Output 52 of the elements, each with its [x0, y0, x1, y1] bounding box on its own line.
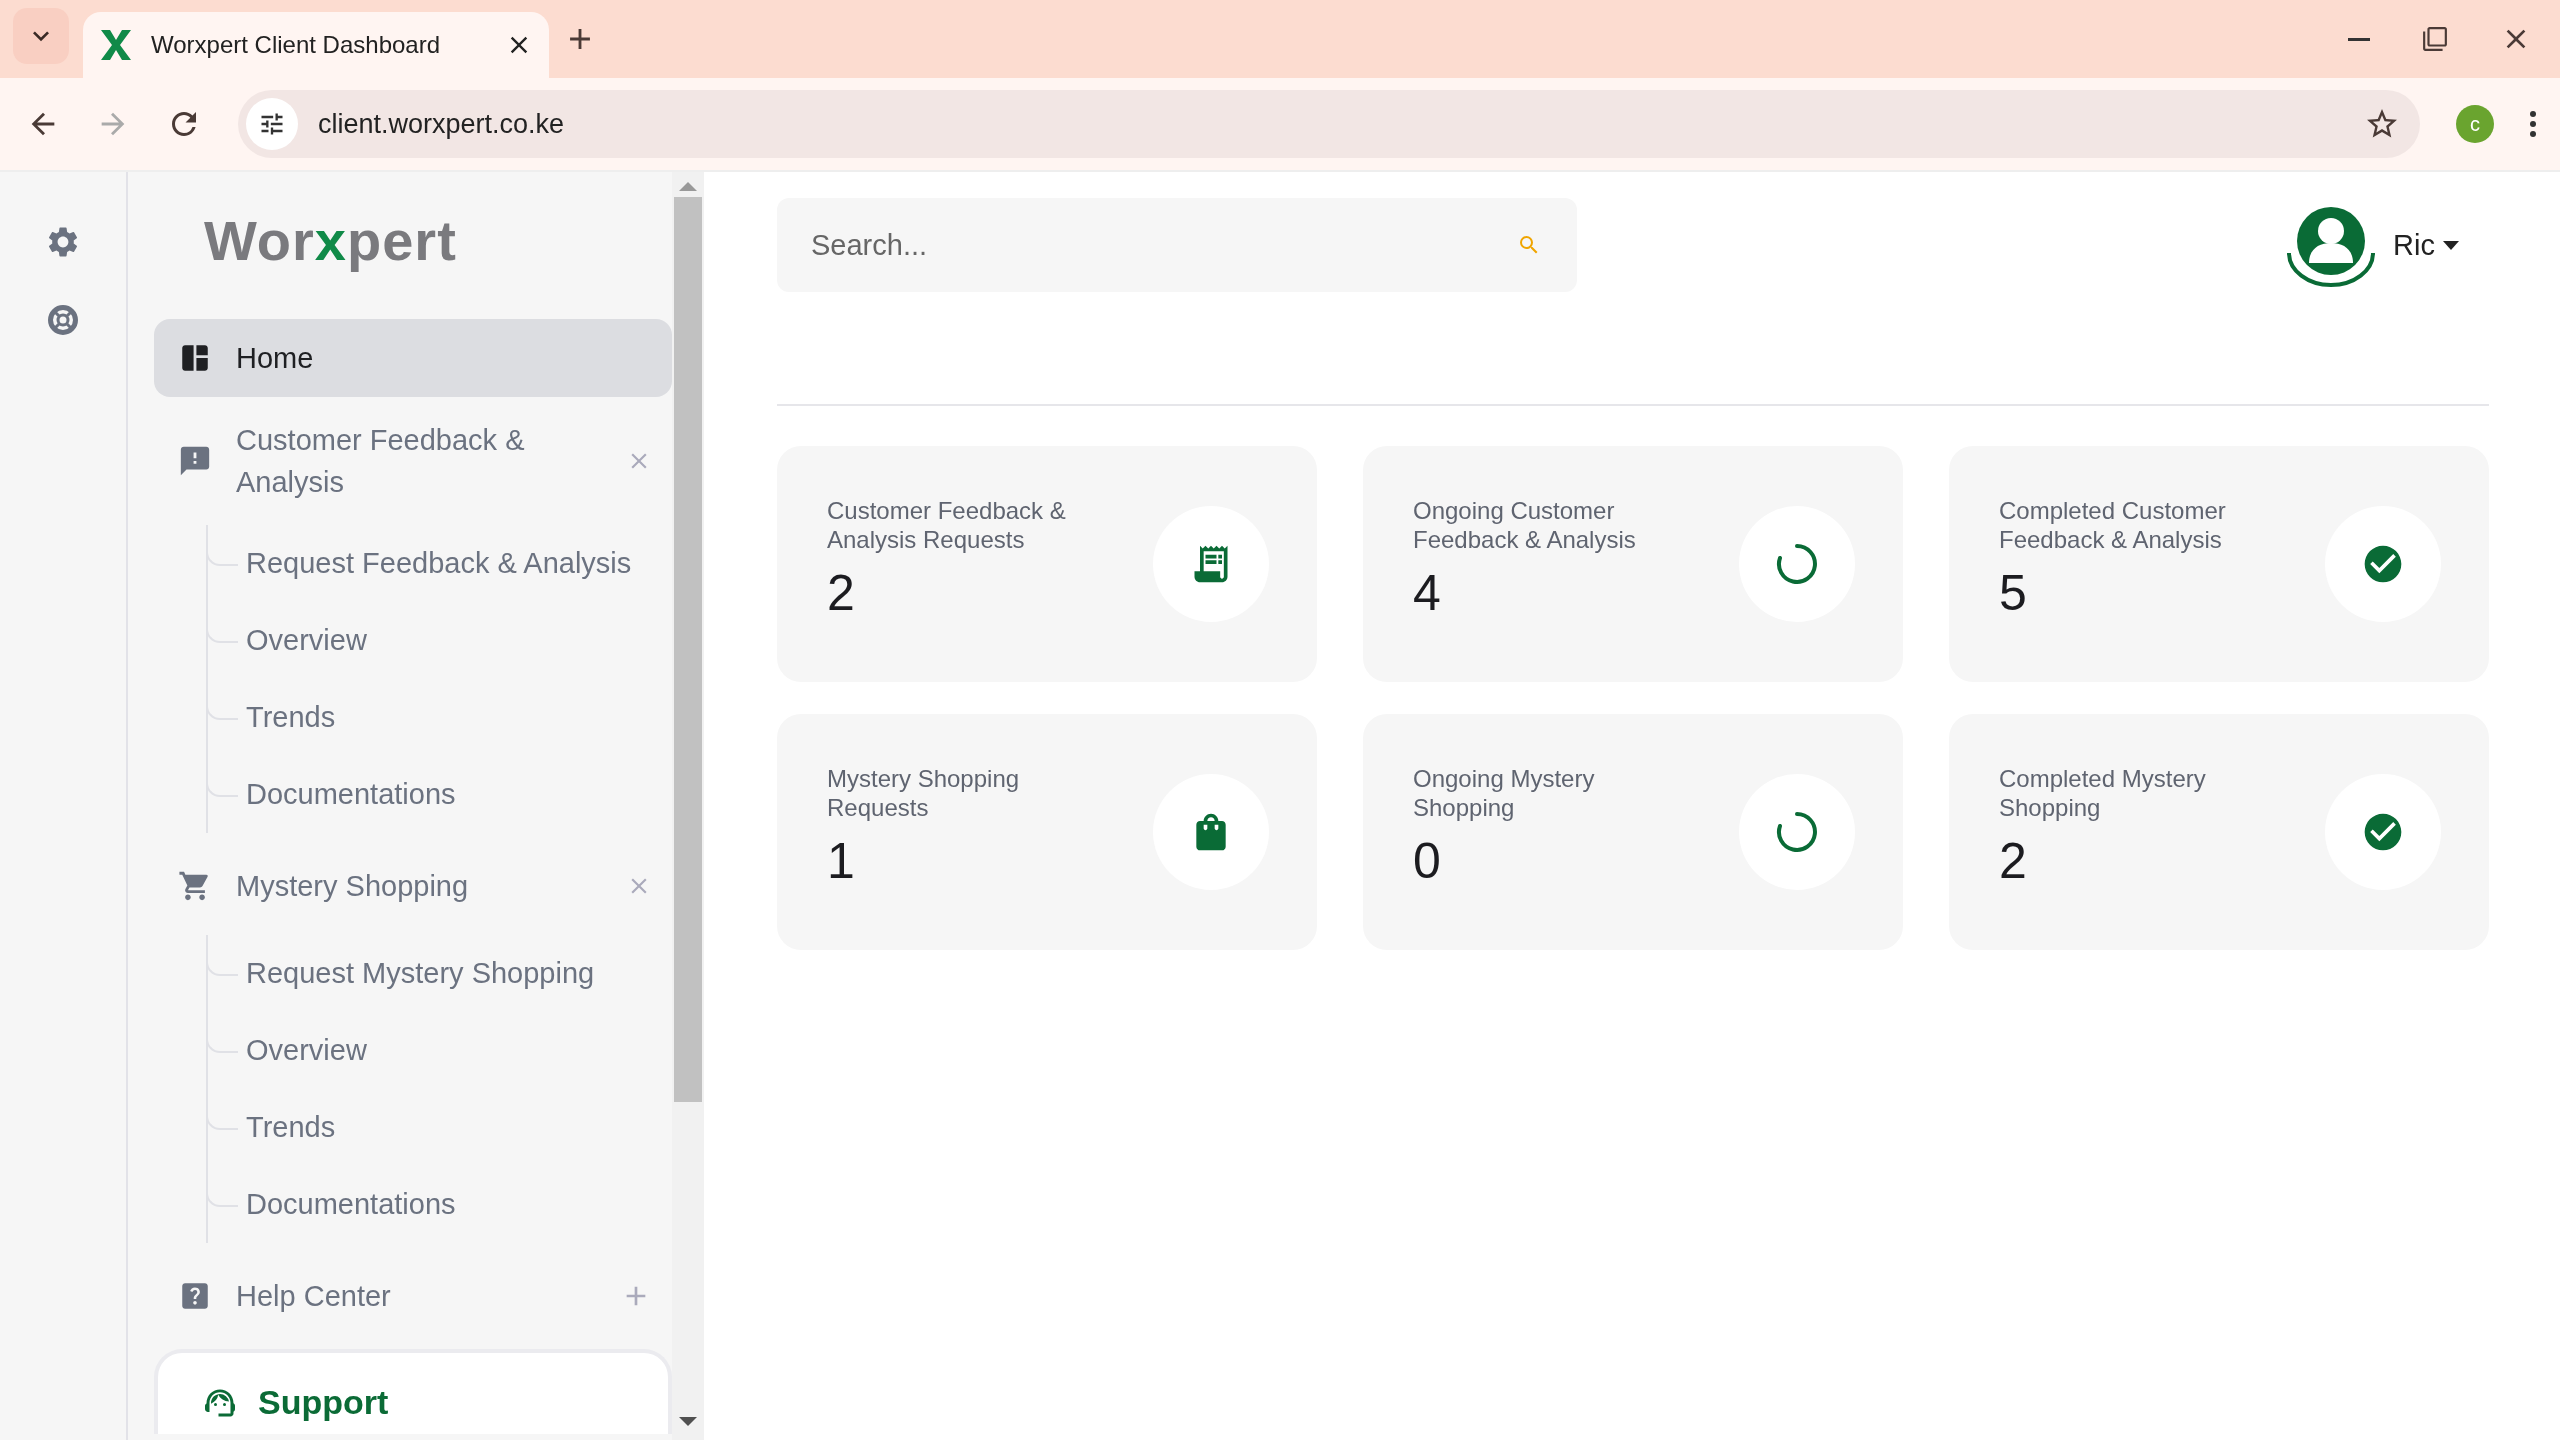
- nav-subitem[interactable]: Overview: [208, 602, 672, 679]
- support-title: Support: [258, 1383, 389, 1422]
- stat-value: 5: [1999, 564, 2028, 622]
- stat-title: Ongoing Mystery Shopping: [1413, 764, 1596, 822]
- lifebuoy-icon[interactable]: [47, 304, 79, 336]
- minimize-button[interactable]: [2348, 37, 2370, 41]
- stat-value: 4: [1413, 564, 1442, 622]
- restore-icon: [2422, 26, 2448, 52]
- stat-value: 1: [827, 832, 856, 890]
- spinner-icon: [1775, 810, 1819, 854]
- url-text: client.worxpert.co.ke: [318, 108, 566, 140]
- stat-title: Ongoing Customer Feedback & Analysis: [1413, 496, 1637, 554]
- browser-menu-button[interactable]: [2530, 111, 2536, 137]
- stat-value: 0: [1413, 832, 1442, 890]
- nav-item[interactable]: Home: [154, 319, 672, 397]
- nav-subitem[interactable]: Request Feedback & Analysis: [208, 525, 672, 602]
- stat-value: 2: [827, 564, 856, 622]
- nav-subitem[interactable]: Trends: [208, 679, 672, 756]
- nav-item[interactable]: Mystery Shopping: [154, 847, 672, 925]
- spinner-icon: [1775, 542, 1819, 586]
- stat-title: Customer Feedback & Analysis Requests: [827, 496, 1067, 554]
- x-logo-icon: [99, 28, 133, 62]
- stat-title: Completed Customer Feedback & Analysis: [1999, 496, 2227, 554]
- minimize-icon: [2348, 37, 2370, 41]
- nav-label: Mystery Shopping: [236, 869, 470, 904]
- user-menu[interactable]: Ric: [2285, 203, 2459, 287]
- browser-tab[interactable]: Worxpert Client Dashboard: [83, 12, 549, 78]
- support-card[interactable]: Support: [154, 1349, 672, 1434]
- caret-icon: [2443, 240, 2459, 250]
- nav-item[interactable]: Customer Feedback & Analysis: [154, 407, 672, 515]
- more-icon: [2530, 111, 2536, 137]
- stat-value: 2: [1999, 832, 2028, 890]
- nav-subitem[interactable]: Documentations: [208, 1166, 672, 1243]
- nav-subitem[interactable]: Request Mystery Shopping: [208, 935, 672, 1012]
- nav-subitem[interactable]: Overview: [208, 1012, 672, 1089]
- nav-subitem[interactable]: Trends: [208, 1089, 672, 1166]
- tab-title: Worxpert Client Dashboard: [151, 31, 442, 59]
- site-settings-button[interactable]: [246, 98, 298, 150]
- profile-avatar[interactable]: c: [2456, 105, 2494, 143]
- worxpert-logo: Worxpert: [204, 208, 458, 273]
- nav-label: Home: [236, 341, 315, 376]
- user-name: Ric: [2393, 228, 2435, 262]
- address-bar[interactable]: client.worxpert.co.ke: [238, 90, 2420, 158]
- nav-label: Customer Feedback & Analysis: [236, 423, 526, 500]
- restore-button[interactable]: [2422, 26, 2448, 52]
- nav-subitem[interactable]: Documentations: [208, 756, 672, 833]
- search-field[interactable]: Search...: [777, 198, 1577, 292]
- nav-item[interactable]: Help Center: [154, 1257, 672, 1335]
- scrollbar[interactable]: [672, 172, 704, 1440]
- stat-title: Mystery Shopping Requests: [827, 764, 1021, 822]
- nav-label: Help Center: [236, 1279, 392, 1314]
- stat-title: Completed Mystery Shopping: [1999, 764, 2207, 822]
